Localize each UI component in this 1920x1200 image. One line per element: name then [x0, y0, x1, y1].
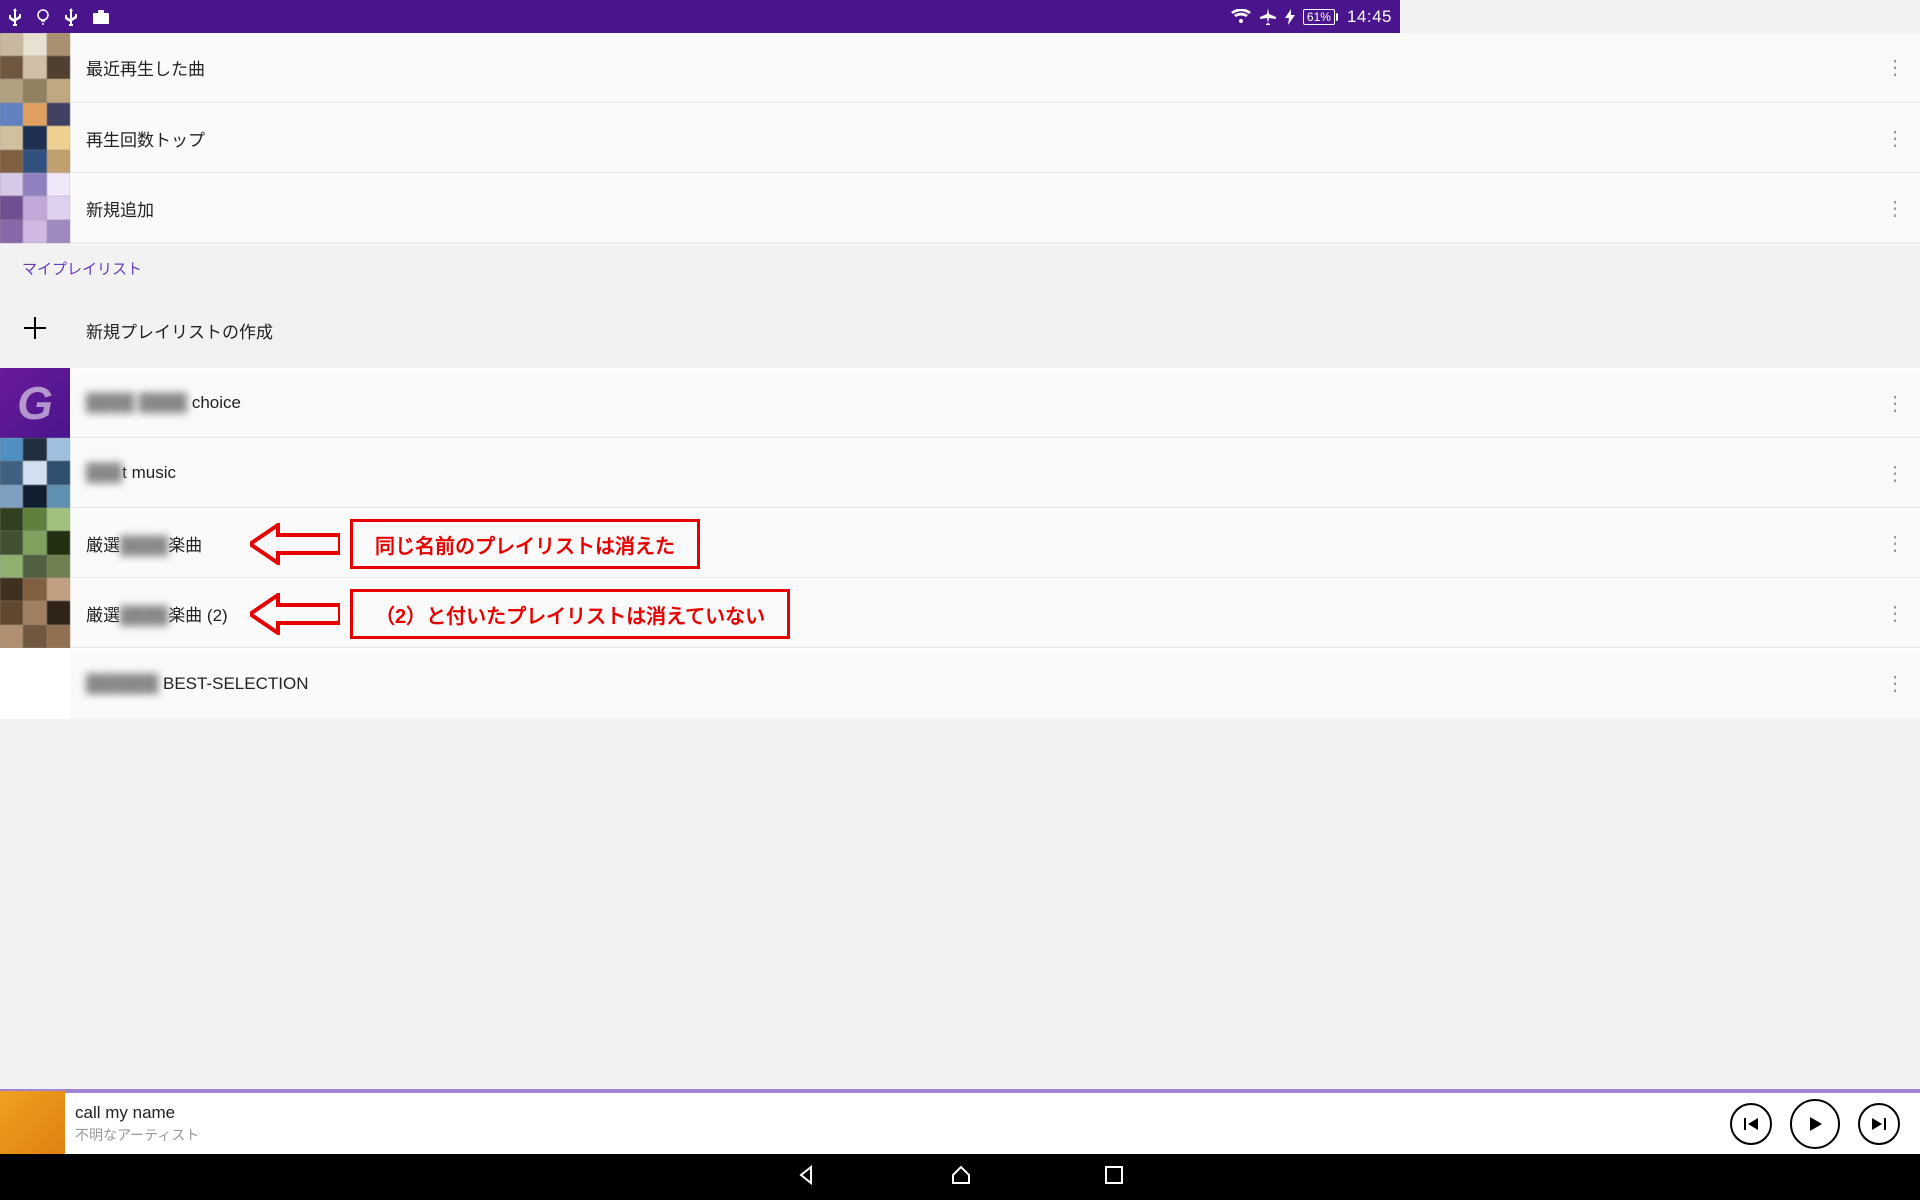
- now-playing-thumb: [0, 1091, 65, 1156]
- more-icon[interactable]: ⋮: [1870, 601, 1920, 626]
- list-item-label: ████ ████ choice: [86, 393, 1870, 413]
- more-icon[interactable]: ⋮: [1870, 671, 1920, 696]
- more-icon[interactable]: ⋮: [1870, 531, 1920, 556]
- more-icon[interactable]: ⋮: [1870, 391, 1920, 416]
- list-item[interactable]: 最近再生した曲 ⋮: [0, 33, 1920, 103]
- list-item[interactable]: 厳選████楽曲 ⋮ 同じ名前のプレイリストは消えた: [0, 508, 1920, 578]
- now-playing-artist: 不明なアーティスト: [75, 1125, 1730, 1145]
- next-track-button[interactable]: [1858, 1103, 1900, 1145]
- album-mosaic-thumb: [0, 578, 70, 648]
- list-item-label: 再生回数トップ: [86, 126, 1870, 151]
- plus-icon: [21, 314, 49, 347]
- create-playlist-button[interactable]: 新規プレイリストの作成: [0, 293, 1920, 368]
- recent-apps-button[interactable]: [1103, 1164, 1125, 1191]
- list-item-label: 厳選████楽曲: [86, 531, 1870, 556]
- more-icon[interactable]: ⋮: [1870, 461, 1920, 486]
- now-playing-title: call my name: [75, 1103, 1730, 1123]
- section-header-my-playlists: マイプレイリスト: [0, 243, 1920, 293]
- more-icon[interactable]: ⋮: [1870, 196, 1920, 221]
- album-mosaic-thumb: [0, 103, 70, 173]
- list-item[interactable]: ███t music ⋮: [0, 438, 1920, 508]
- usb-debug-icon: [64, 8, 78, 26]
- album-thumb: [0, 649, 70, 719]
- status-bar: 61% 14:45: [0, 0, 1400, 33]
- list-item-label: 新規追加: [86, 196, 1870, 221]
- battery-indicator: 61%: [1303, 9, 1335, 25]
- playlist-screen: 最近再生した曲 ⋮ 再生回数トップ ⋮ 新規追加 ⋮ マイプレイリスト 新規プレ…: [0, 33, 1920, 1093]
- album-mosaic-thumb: [0, 508, 70, 578]
- now-playing-bar[interactable]: call my name 不明なアーティスト: [0, 1089, 1920, 1154]
- status-clock: 14:45: [1347, 7, 1392, 27]
- album-mosaic-thumb: [0, 438, 70, 508]
- create-playlist-label: 新規プレイリストの作成: [86, 318, 273, 343]
- list-item[interactable]: ██████ BEST-SELECTION ⋮: [0, 648, 1920, 718]
- more-icon[interactable]: ⋮: [1870, 55, 1920, 80]
- back-button[interactable]: [795, 1163, 819, 1192]
- list-item[interactable]: 新規追加 ⋮: [0, 173, 1920, 243]
- list-item[interactable]: 厳選████楽曲 (2) ⋮ （2）と付いたプレイリストは消えていない: [0, 578, 1920, 648]
- more-icon[interactable]: ⋮: [1870, 126, 1920, 151]
- wifi-icon: [1231, 9, 1251, 25]
- usb-icon: [8, 8, 22, 26]
- album-mosaic-thumb: [0, 33, 70, 103]
- list-item-label: ███t music: [86, 463, 1870, 483]
- album-mosaic-thumb: [0, 173, 70, 243]
- system-nav-bar: [0, 1154, 1920, 1200]
- list-item-label: 厳選████楽曲 (2): [86, 601, 1870, 626]
- previous-track-button[interactable]: [1730, 1103, 1772, 1145]
- bulb-icon: [36, 8, 50, 26]
- airplane-icon: [1259, 8, 1277, 26]
- play-button[interactable]: [1790, 1099, 1840, 1149]
- list-item-label: 最近再生した曲: [86, 55, 1870, 80]
- list-item[interactable]: 再生回数トップ ⋮: [0, 103, 1920, 173]
- album-thumb: G: [0, 368, 70, 438]
- list-item[interactable]: G ████ ████ choice ⋮: [0, 368, 1920, 438]
- charging-icon: [1285, 9, 1295, 25]
- home-button[interactable]: [949, 1163, 973, 1192]
- briefcase-icon: [92, 9, 110, 25]
- list-item-label: ██████ BEST-SELECTION: [86, 674, 1870, 694]
